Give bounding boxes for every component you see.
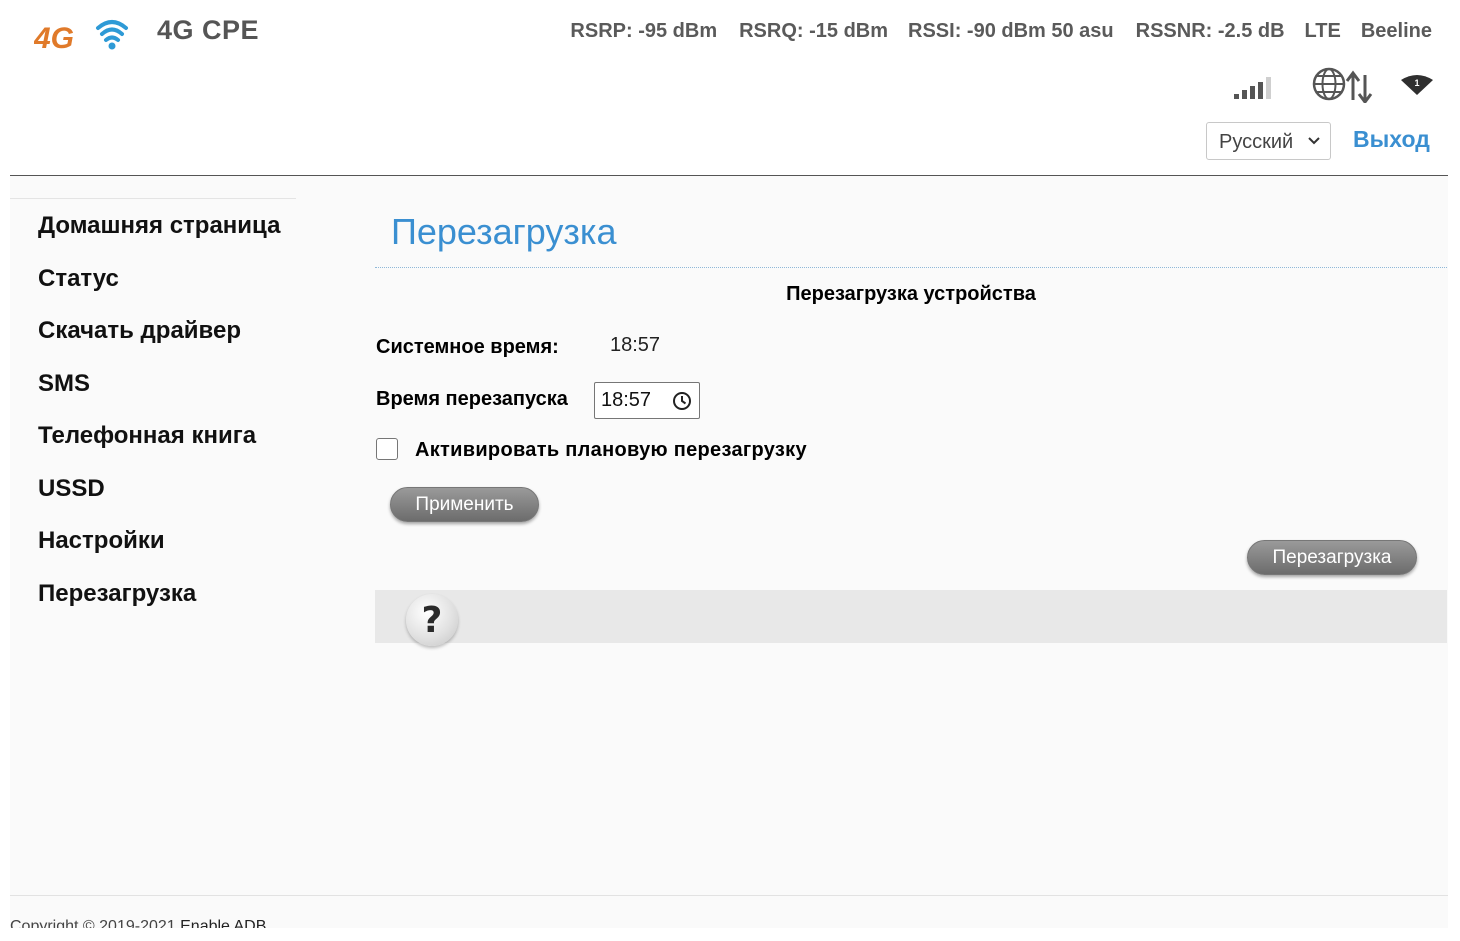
system-time-label: Системное время:	[376, 336, 559, 358]
page-frame: 4G 4G CPE RSRP: -95 dBm RSRQ: -15 dBm RS…	[10, 10, 1448, 928]
reboot-button[interactable]: Перезагрузка	[1247, 540, 1417, 575]
sidebar-item-home[interactable]: Домашняя страница	[38, 212, 280, 240]
system-time-value: 18:57	[610, 334, 661, 356]
4g-logo: 4G	[34, 20, 128, 54]
clock-icon[interactable]	[672, 391, 692, 411]
apply-button[interactable]: Применить	[390, 487, 539, 522]
enable-adb-link[interactable]: Enable ADB	[180, 918, 266, 928]
sidebar-item-ussd[interactable]: USSD	[38, 475, 105, 503]
sidebar-item-settings[interactable]: Настройки	[38, 527, 165, 555]
restart-time-input[interactable]: 18:57	[594, 382, 700, 419]
svg-text:1: 1	[1414, 78, 1419, 88]
rssi-value: RSSI: -90 dBm 50 asu	[908, 20, 1114, 42]
internet-data-icon	[1312, 67, 1373, 103]
footer-divider	[10, 895, 1448, 896]
restart-time-value: 18:57	[601, 389, 652, 411]
section-title: Перезагрузка устройства	[786, 283, 1036, 305]
sidebar-item-phonebook[interactable]: Телефонная книга	[38, 422, 256, 450]
help-icon: ?	[421, 600, 443, 641]
brand-title: 4G CPE	[157, 15, 260, 45]
footer: Copyright © 2019-2021 Enable ADB	[10, 918, 266, 928]
language-select-value: Русский	[1219, 131, 1294, 153]
operator-name: Beeline	[1360, 20, 1432, 42]
rssnr-value: RSSNR: -2.5 dB	[1135, 20, 1285, 42]
language-select[interactable]: Русский	[1206, 122, 1331, 160]
signal-info: RSRP: -95 dBm RSRQ: -15 dBm RSSI: -90 dB…	[548, 20, 1432, 43]
sidebar-item-reboot[interactable]: Перезагрузка	[38, 580, 196, 608]
rsrp-value: RSRP: -95 dBm	[570, 20, 718, 42]
sidebar-item-download-driver[interactable]: Скачать драйвер	[38, 317, 241, 345]
logout-link[interactable]: Выход	[1353, 126, 1430, 153]
scheduled-reboot-label: Активировать плановую перезагрузку	[415, 439, 807, 461]
sidebar-item-sms[interactable]: SMS	[38, 370, 90, 398]
sidebar	[10, 198, 296, 199]
copyright-text: Copyright © 2019-2021	[10, 918, 181, 928]
chevron-down-icon	[1308, 137, 1320, 145]
restart-time-label: Время перезапуска	[376, 388, 568, 410]
help-bar: ?	[375, 590, 1447, 646]
network-type: LTE	[1304, 20, 1341, 42]
help-button[interactable]: ?	[406, 594, 458, 646]
header: 4G 4G CPE RSRP: -95 dBm RSRQ: -15 dBm RS…	[10, 10, 1448, 176]
wifi-icon: 1	[1401, 75, 1433, 95]
scheduled-reboot-checkbox[interactable]	[376, 438, 398, 460]
signal-strength-icon	[1234, 77, 1271, 99]
rsrq-value: RSRQ: -15 dBm	[739, 20, 889, 42]
page-title: Перезагрузка	[391, 211, 617, 252]
title-divider	[375, 267, 1447, 268]
sidebar-item-status[interactable]: Статус	[38, 265, 119, 293]
svg-text:4G: 4G	[34, 22, 74, 54]
